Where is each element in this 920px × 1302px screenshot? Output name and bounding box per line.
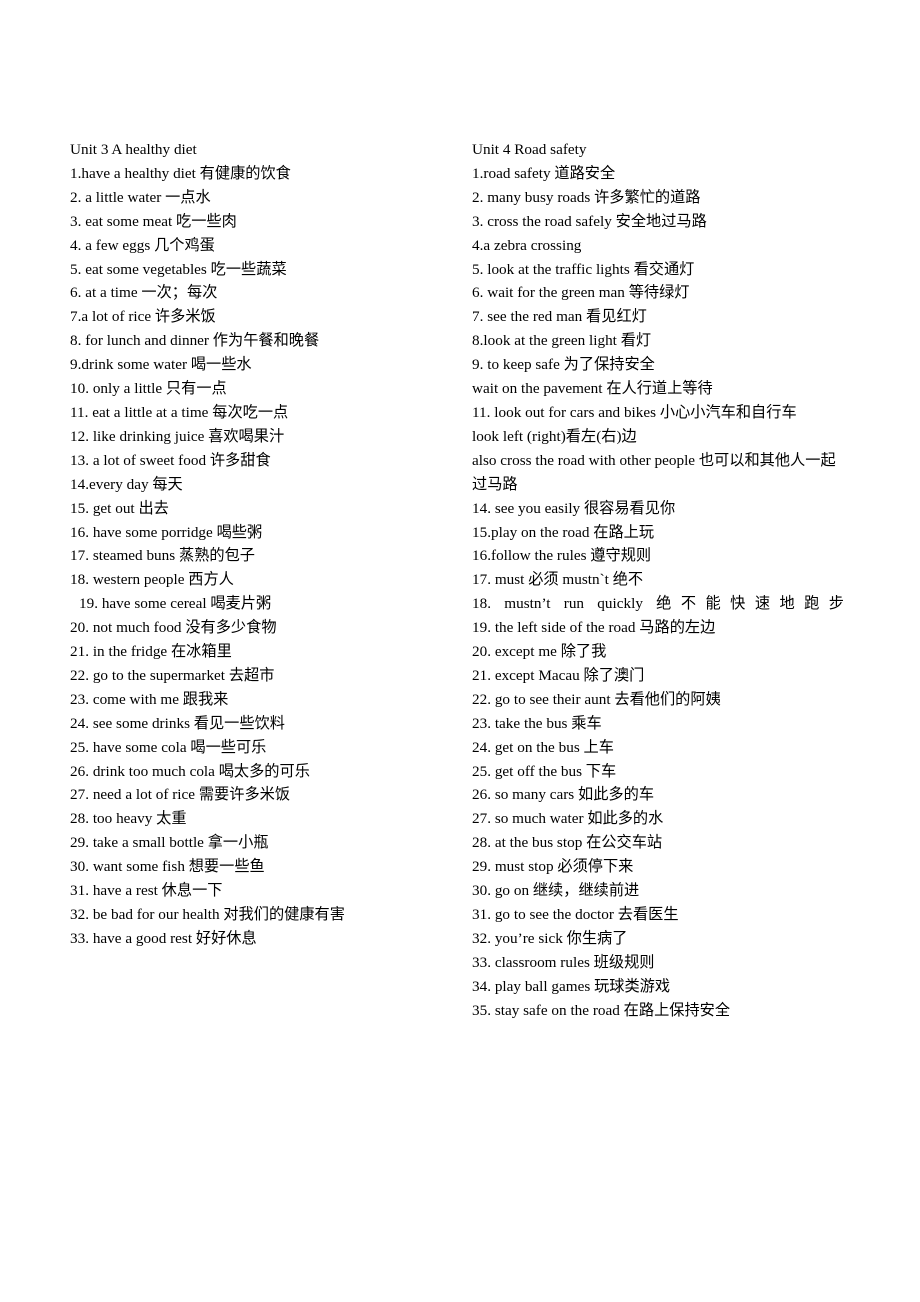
vocab-entry: 33. classroom rules 班级规则 — [472, 953, 655, 971]
vocab-entry: 35. stay safe on the road 在路上保持安全 — [472, 1001, 731, 1019]
vocab-entry: 26. drink too much cola 喝太多的可乐 — [70, 762, 310, 780]
column-title-unit-4: Unit 4 Road safety — [472, 141, 587, 158]
vocab-entry: 24. get on the bus 上车 — [472, 738, 614, 756]
vocab-entry: 24. see some drinks 看见一些饮料 — [70, 714, 285, 732]
vocab-entry: 32. be bad for our health 对我们的健康有害 — [70, 906, 345, 923]
vocab-entry: 8. for lunch and dinner 作为午餐和晚餐 — [70, 332, 320, 350]
document-page: Unit 3 A healthy diet 1.have a healthy d… — [0, 0, 920, 1302]
vocab-entry: 9. to keep safe 为了保持安全 — [472, 356, 655, 374]
vocab-entry: 13. a lot of sweet food 许多甜食 — [70, 451, 271, 469]
column-unit-4: Unit 4 Road safety 1.road safety 道路安全 2.… — [472, 138, 844, 1023]
vocab-entry: 15. get out 出去 — [70, 499, 169, 517]
vocab-entry: 22. go to see their aunt 去看他们的阿姨 — [472, 690, 721, 708]
vocab-entry: 31. go to see the doctor 去看医生 — [472, 906, 679, 923]
vocab-entry: 26. so many cars 如此多的车 — [472, 786, 655, 804]
vocab-entry: 6. wait for the green man 等待绿灯 — [472, 284, 690, 302]
vocab-entry: 7.a lot of rice 许多米饭 — [70, 308, 216, 326]
vocab-entry: 3. cross the road safely 安全地过马路 — [472, 212, 707, 230]
vocab-entry: 17. steamed buns 蒸熟的包子 — [70, 547, 255, 565]
vocab-entry: 27. need a lot of rice 需要许多米饭 — [70, 786, 291, 804]
vocab-entry: 9.drink some water 喝一些水 — [70, 356, 252, 374]
vocab-entry-continuation: also cross the road with other people 也可… — [472, 451, 836, 493]
vocab-entry: 20. except me 除了我 — [472, 643, 607, 661]
vocab-entry: 17. must 必须 mustn`t 绝不 — [472, 571, 644, 589]
vocab-entry: 14.every day 每天 — [70, 475, 183, 493]
vocab-entry: 2. a little water 一点水 — [70, 188, 211, 206]
vocab-entry: 31. have a rest 休息一下 — [70, 882, 223, 900]
vocab-entry: 3. eat some meat 吃一些肉 — [70, 212, 237, 230]
vocab-entry: 20. not much food 没有多少食物 — [70, 619, 277, 637]
vocab-entry: 1.have a healthy diet 有健康的饮食 — [70, 164, 291, 182]
vocab-entry: 28. at the bus stop 在公交车站 — [472, 834, 663, 852]
vocab-entry: 18. western people 西方人 — [70, 571, 234, 589]
vocab-entry: 34. play ball games 玩球类游戏 — [472, 977, 671, 995]
vocab-entry: 15.play on the road 在路上玩 — [472, 523, 655, 541]
vocab-entry: 8.look at the green light 看灯 — [472, 332, 652, 350]
vocab-entry: 10. only a little 只有一点 — [70, 380, 227, 398]
vocab-entry: 28. too heavy 太重 — [70, 810, 187, 828]
vocab-entry: 23. take the bus 乘车 — [472, 714, 602, 732]
vocab-entry: 1.road safety 道路安全 — [472, 164, 616, 182]
vocab-entry: 4. a few eggs 几个鸡蛋 — [70, 236, 215, 254]
column-title-unit-3: Unit 3 A healthy diet — [70, 141, 197, 158]
vocab-entry: 2. many busy roads 许多繁忙的道路 — [472, 188, 701, 206]
vocab-entry: 23. come with me 跟我来 — [70, 690, 229, 708]
vocab-entry: 7. see the red man 看见红灯 — [472, 308, 647, 326]
vocab-entry: 11. look out for cars and bikes 小心小汽车和自行… — [472, 403, 797, 421]
vocab-entry: 16.follow the rules 遵守规则 — [472, 547, 652, 565]
vocab-entry: 4.a zebra crossing — [472, 236, 582, 254]
vocab-entry: 14. see you easily 很容易看见你 — [472, 499, 676, 517]
vocab-entry: 19. have some cereal 喝麦片粥 — [79, 595, 272, 613]
vocab-entry: 19. the left side of the road 马路的左边 — [472, 619, 716, 637]
two-column-layout: Unit 3 A healthy diet 1.have a healthy d… — [0, 0, 920, 1302]
vocab-entry: 29. must stop 必须停下来 — [472, 858, 634, 876]
vocab-entry: 27. so much water 如此多的水 — [472, 810, 664, 828]
vocab-entry: 30. go on 继续，继续前进 — [472, 882, 640, 900]
vocab-entry: 22. go to the supermarket 去超市 — [70, 666, 275, 684]
vocab-entry: 21. except Macau 除了澳门 — [472, 666, 645, 684]
vocab-entry: 18. mustn’t run quickly 绝不能快速地跑步 — [472, 595, 844, 613]
vocab-entry: 5. look at the traffic lights 看交通灯 — [472, 260, 695, 278]
column-unit-3: Unit 3 A healthy diet 1.have a healthy d… — [70, 138, 460, 951]
vocab-entry-continuation: look left (right)看左(右)边 — [472, 427, 637, 445]
vocab-entry-continuation: wait on the pavement 在人行道上等待 — [472, 380, 713, 398]
vocab-entry: 11. eat a little at a time 每次吃一点 — [70, 403, 289, 421]
vocab-entry: 12. like drinking juice 喜欢喝果汁 — [70, 427, 285, 445]
vocab-entry: 29. take a small bottle 拿一小瓶 — [70, 834, 269, 852]
vocab-entry: 21. in the fridge 在冰箱里 — [70, 643, 232, 661]
vocab-entry: 25. have some cola 喝一些可乐 — [70, 738, 267, 756]
vocab-entry: 32. you’re sick 你生病了 — [472, 929, 628, 947]
vocab-entry: 30. want some fish 想要一些鱼 — [70, 858, 265, 876]
vocab-entry: 16. have some porridge 喝些粥 — [70, 523, 263, 541]
vocab-entry: 6. at a time 一次；每次 — [70, 284, 218, 302]
vocab-entry: 5. eat some vegetables 吃一些蔬菜 — [70, 260, 287, 278]
vocab-entry: 33. have a good rest 好好休息 — [70, 929, 257, 947]
vocab-entry: 25. get off the bus 下车 — [472, 762, 617, 780]
